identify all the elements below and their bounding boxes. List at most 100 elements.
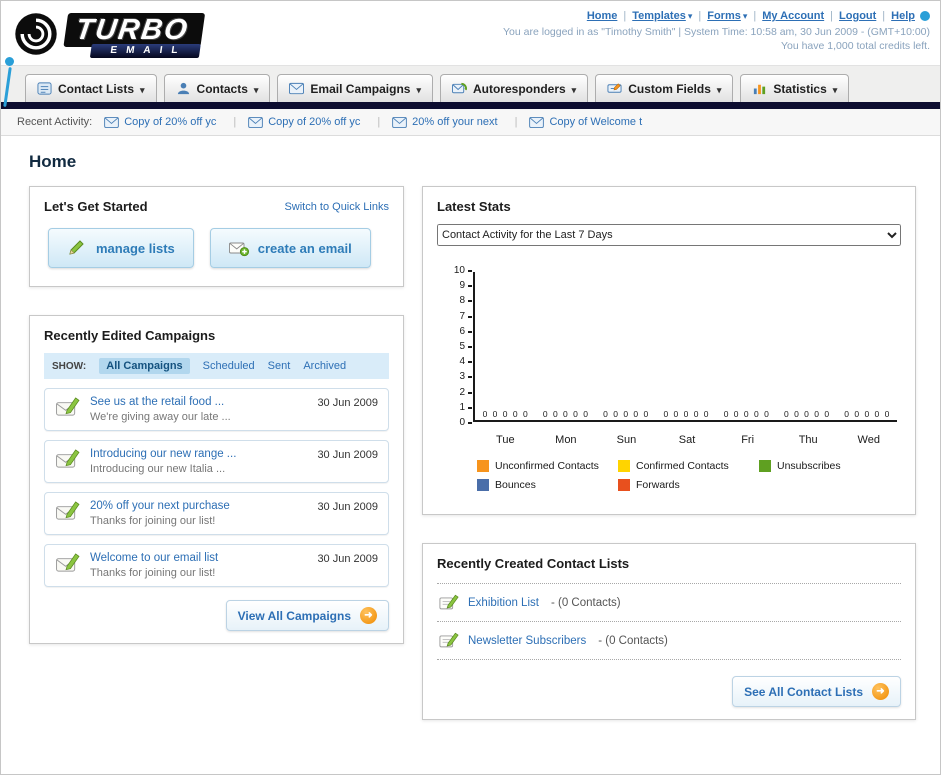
campaign-title-link[interactable]: See us at the retail food ... xyxy=(90,396,308,408)
show-label: SHOW: xyxy=(52,360,87,372)
nav-home-link[interactable]: Home xyxy=(587,10,618,22)
filter-sent[interactable]: Sent xyxy=(268,360,291,372)
legend-item: Confirmed Contacts xyxy=(618,460,759,472)
campaign-title-link[interactable]: 20% off your next purchase xyxy=(90,500,308,512)
create-email-button[interactable]: create an email xyxy=(209,228,371,268)
chevron-down-icon xyxy=(254,82,259,96)
app-logo: TURBO EMAIL xyxy=(13,7,206,63)
tab-email-campaigns[interactable]: Email Campaigns xyxy=(277,74,433,102)
x-axis-label: Wed xyxy=(857,434,880,446)
contact-list-detail: - (0 Contacts) xyxy=(550,596,621,609)
bar-value-labels: 0 0 0 0 0 xyxy=(482,409,528,419)
chart-zeros-row: 0 0 0 0 0 0 0 0 0 0 0 0 0 0 0 0 0 0 0 0 0 0 … xyxy=(475,409,897,419)
tab-statistics[interactable]: Statistics xyxy=(740,74,850,102)
contact-list-detail: - (0 Contacts) xyxy=(598,634,668,647)
y-tick-label: 5 xyxy=(459,341,472,352)
contact-list-link[interactable]: Exhibition List xyxy=(468,597,539,609)
chevron-down-icon xyxy=(572,82,577,96)
tab-contact-lists[interactable]: Contact Lists xyxy=(25,74,157,102)
campaign-subtitle: Thanks for joining our list! xyxy=(90,567,216,579)
y-tick-label: 0 xyxy=(459,417,472,428)
legend-item: Unconfirmed Contacts xyxy=(477,460,618,472)
nav-my-account-link[interactable]: My Account xyxy=(762,10,824,22)
filter-archived[interactable]: Archived xyxy=(303,360,346,372)
nav-forms-link[interactable]: Forms xyxy=(707,10,741,22)
x-axis-label: Mon xyxy=(555,434,577,446)
campaign-subtitle: Thanks for joining our list! xyxy=(90,515,216,527)
contact-list-item: Exhibition List - (0 Contacts) xyxy=(437,584,901,622)
button-label: View All Campaigns xyxy=(237,608,351,623)
y-tick-label: 9 xyxy=(459,281,472,291)
statistics-icon xyxy=(754,84,766,95)
recent-activity-item: 20% off your next xyxy=(392,116,517,128)
envelope-icon xyxy=(392,116,408,128)
activity-link[interactable]: Copy of 20% off yc xyxy=(268,116,360,128)
activity-link[interactable]: Copy of 20% off yc xyxy=(124,116,216,128)
custom-fields-icon xyxy=(607,83,622,93)
right-column: Latest Stats Contact Activity for the La… xyxy=(422,186,916,748)
latest-stats-panel: Latest Stats Contact Activity for the La… xyxy=(422,186,916,515)
recent-activity-item: Copy of 20% off yc xyxy=(104,116,236,128)
campaign-subtitle: Introducing our new Italia ... xyxy=(90,463,226,475)
legend-item: Bounces xyxy=(477,479,618,491)
y-tick-label: 8 xyxy=(459,296,472,306)
chevron-down-icon xyxy=(140,82,145,96)
contact-list-link[interactable]: Newsletter Subscribers xyxy=(468,635,586,647)
nav-help-link[interactable]: Help xyxy=(891,10,915,22)
credits-info: You have 1,000 total credits left. xyxy=(780,40,930,52)
x-axis-label: Sun xyxy=(616,434,637,446)
email-campaigns-icon xyxy=(289,82,305,95)
campaign-list-item: See us at the retail food ... We're givi… xyxy=(44,388,389,431)
y-tick-label: 4 xyxy=(459,357,472,367)
activity-link[interactable]: Copy of Welcome t xyxy=(549,116,642,128)
recent-activity-item: Copy of Welcome t xyxy=(529,116,642,128)
logo-swirl-icon xyxy=(13,11,59,60)
tab-contacts[interactable]: Contacts xyxy=(163,74,271,102)
manage-lists-button[interactable]: manage lists xyxy=(48,228,194,268)
envelope-icon xyxy=(248,116,264,128)
nav-divider-bar xyxy=(1,102,940,109)
switch-quick-links[interactable]: Switch to Quick Links xyxy=(284,201,389,213)
recent-activity-bar: Recent Activity: Copy of 20% off yc Copy… xyxy=(1,109,940,136)
logo-wordmark: TURBO EMAIL xyxy=(62,12,206,58)
view-all-campaigns-button[interactable]: View All Campaigns xyxy=(225,600,389,631)
stats-filter-select[interactable]: Contact Activity for the Last 7 Days xyxy=(437,224,901,246)
envelope-icon xyxy=(529,116,545,128)
tab-label: Autoresponders xyxy=(472,81,566,96)
envelope-pencil-icon xyxy=(56,397,80,416)
left-column: Let's Get Started Switch to Quick Links … xyxy=(29,186,404,672)
nav-logout-link[interactable]: Logout xyxy=(839,10,876,22)
see-all-contact-lists-button[interactable]: See All Contact Lists xyxy=(732,676,901,707)
recent-activity-label: Recent Activity: xyxy=(17,116,93,128)
tab-custom-fields[interactable]: Custom Fields xyxy=(595,74,734,102)
legend-label: Forwards xyxy=(636,479,680,491)
button-label: manage lists xyxy=(96,240,175,256)
recent-campaigns-panel: Recently Edited Campaigns SHOW: All Camp… xyxy=(29,315,404,644)
tab-label: Custom Fields xyxy=(628,81,711,96)
filter-scheduled[interactable]: Scheduled xyxy=(203,360,255,372)
campaign-title-link[interactable]: Introducing our new range ... xyxy=(90,448,308,460)
nav-templates-link[interactable]: Templates xyxy=(632,10,686,22)
envelope-pencil-icon xyxy=(56,553,80,572)
chart-y-axis: 10 9 8 7 6 5 4 3 2 1 0 xyxy=(443,266,473,428)
get-started-panel: Let's Get Started Switch to Quick Links … xyxy=(29,186,404,287)
contact-activity-chart: 10 9 8 7 6 5 4 3 2 1 0 0 0 0 0 00 0 0 0 00 0 0 0 0… xyxy=(437,266,901,498)
x-axis-label: Sat xyxy=(678,434,696,446)
session-info: You are logged in as "Timothy Smith" | S… xyxy=(503,26,930,38)
campaign-title-link[interactable]: Welcome to our email list xyxy=(90,552,308,564)
envelope-pencil-icon xyxy=(56,501,80,520)
logo-swoosh-dot xyxy=(5,57,14,66)
campaign-list-item: 20% off your next purchase Thanks for jo… xyxy=(44,492,389,535)
y-tick-label: 7 xyxy=(459,311,472,322)
recent-contact-lists-title: Recently Created Contact Lists xyxy=(437,556,630,571)
filter-all-campaigns[interactable]: All Campaigns xyxy=(99,358,190,374)
activity-link[interactable]: 20% off your next xyxy=(412,116,497,128)
campaign-subtitle: We're giving away our late ... xyxy=(90,411,231,423)
recent-contact-lists-panel: Recently Created Contact Lists Exhibitio… xyxy=(422,543,916,720)
campaign-date: 30 Jun 2009 xyxy=(317,501,378,513)
tab-autoresponders[interactable]: Autoresponders xyxy=(439,74,589,102)
tab-label: Statistics xyxy=(773,81,827,96)
legend-label: Bounces xyxy=(495,479,536,491)
chat-bubble-icon xyxy=(920,11,930,21)
contact-lists-icon xyxy=(37,82,52,95)
